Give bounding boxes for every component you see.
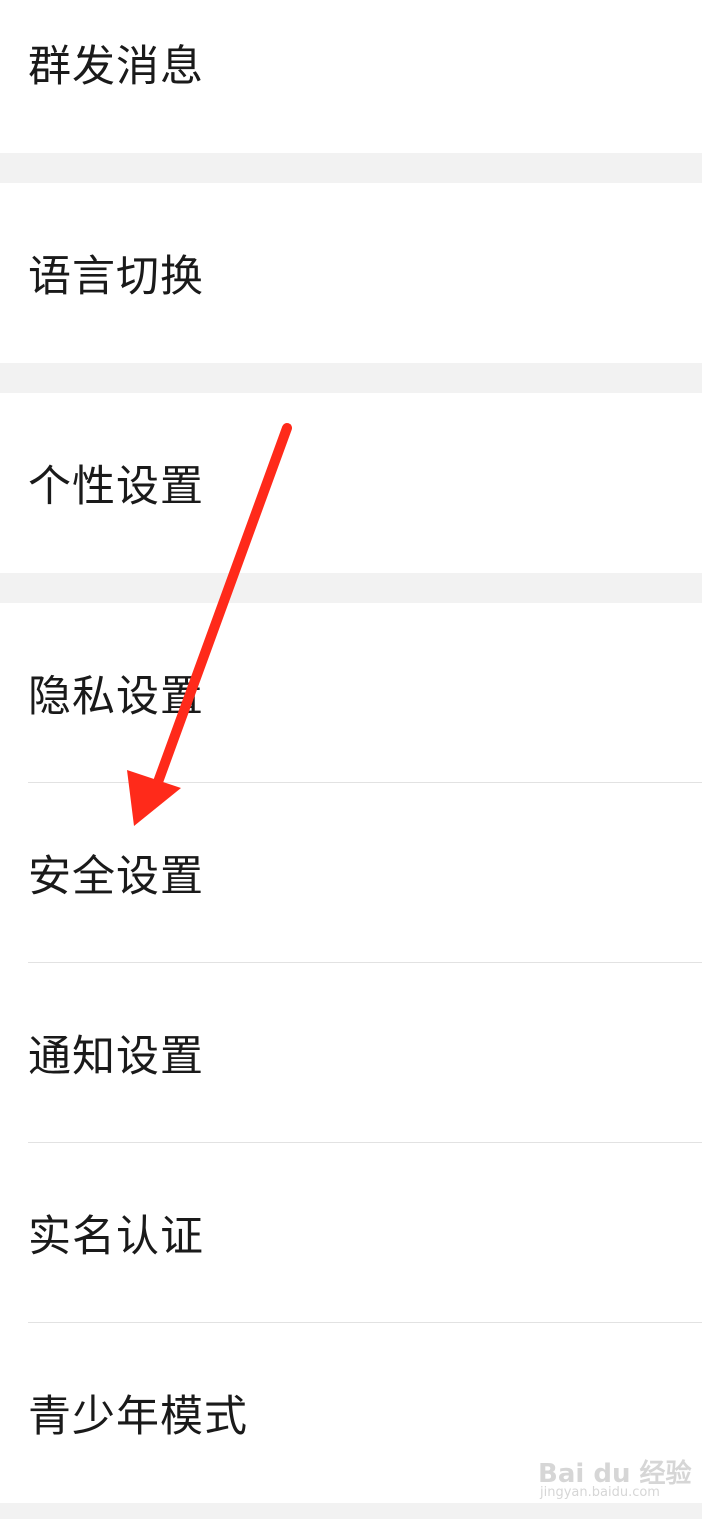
menu-item-label: 语言切换 (28, 252, 204, 302)
watermark-logo: Bai du 经验 jingyan.baidu.com (538, 1443, 692, 1503)
menu-item-label: 个性设置 (28, 462, 204, 512)
menu-item-label: 隐私设置 (28, 672, 204, 722)
menu-item-label: 群发消息 (28, 42, 204, 92)
menu-item-label: 安全设置 (28, 852, 204, 902)
menu-item-label: 实名认证 (28, 1212, 204, 1262)
menu-item-label: 通知设置 (28, 1032, 204, 1082)
settings-group-4: 隐私设置 安全设置 通知设置 实名认证 青少年模式 (0, 603, 702, 1503)
menu-item-security[interactable]: 安全设置 (0, 783, 702, 963)
watermark-sub-text: jingyan.baidu.com (540, 1485, 660, 1500)
menu-item-language[interactable]: 语言切换 (0, 183, 702, 363)
menu-item-group-message[interactable]: 群发消息 (0, 0, 702, 153)
menu-item-notifications[interactable]: 通知设置 (0, 963, 702, 1143)
menu-item-privacy[interactable]: 隐私设置 (0, 603, 702, 783)
menu-item-label: 青少年模式 (28, 1392, 248, 1442)
menu-item-real-name-verification[interactable]: 实名认证 (0, 1143, 702, 1323)
settings-screen: 群发消息 语言切换 个性设置 隐私设置 安全设置 通知设置 实名认证 青少年模式… (0, 0, 702, 1519)
settings-group-2: 语言切换 (0, 183, 702, 363)
settings-group-1: 群发消息 (0, 0, 702, 153)
menu-item-personalization[interactable]: 个性设置 (0, 393, 702, 573)
settings-group-3: 个性设置 (0, 393, 702, 573)
